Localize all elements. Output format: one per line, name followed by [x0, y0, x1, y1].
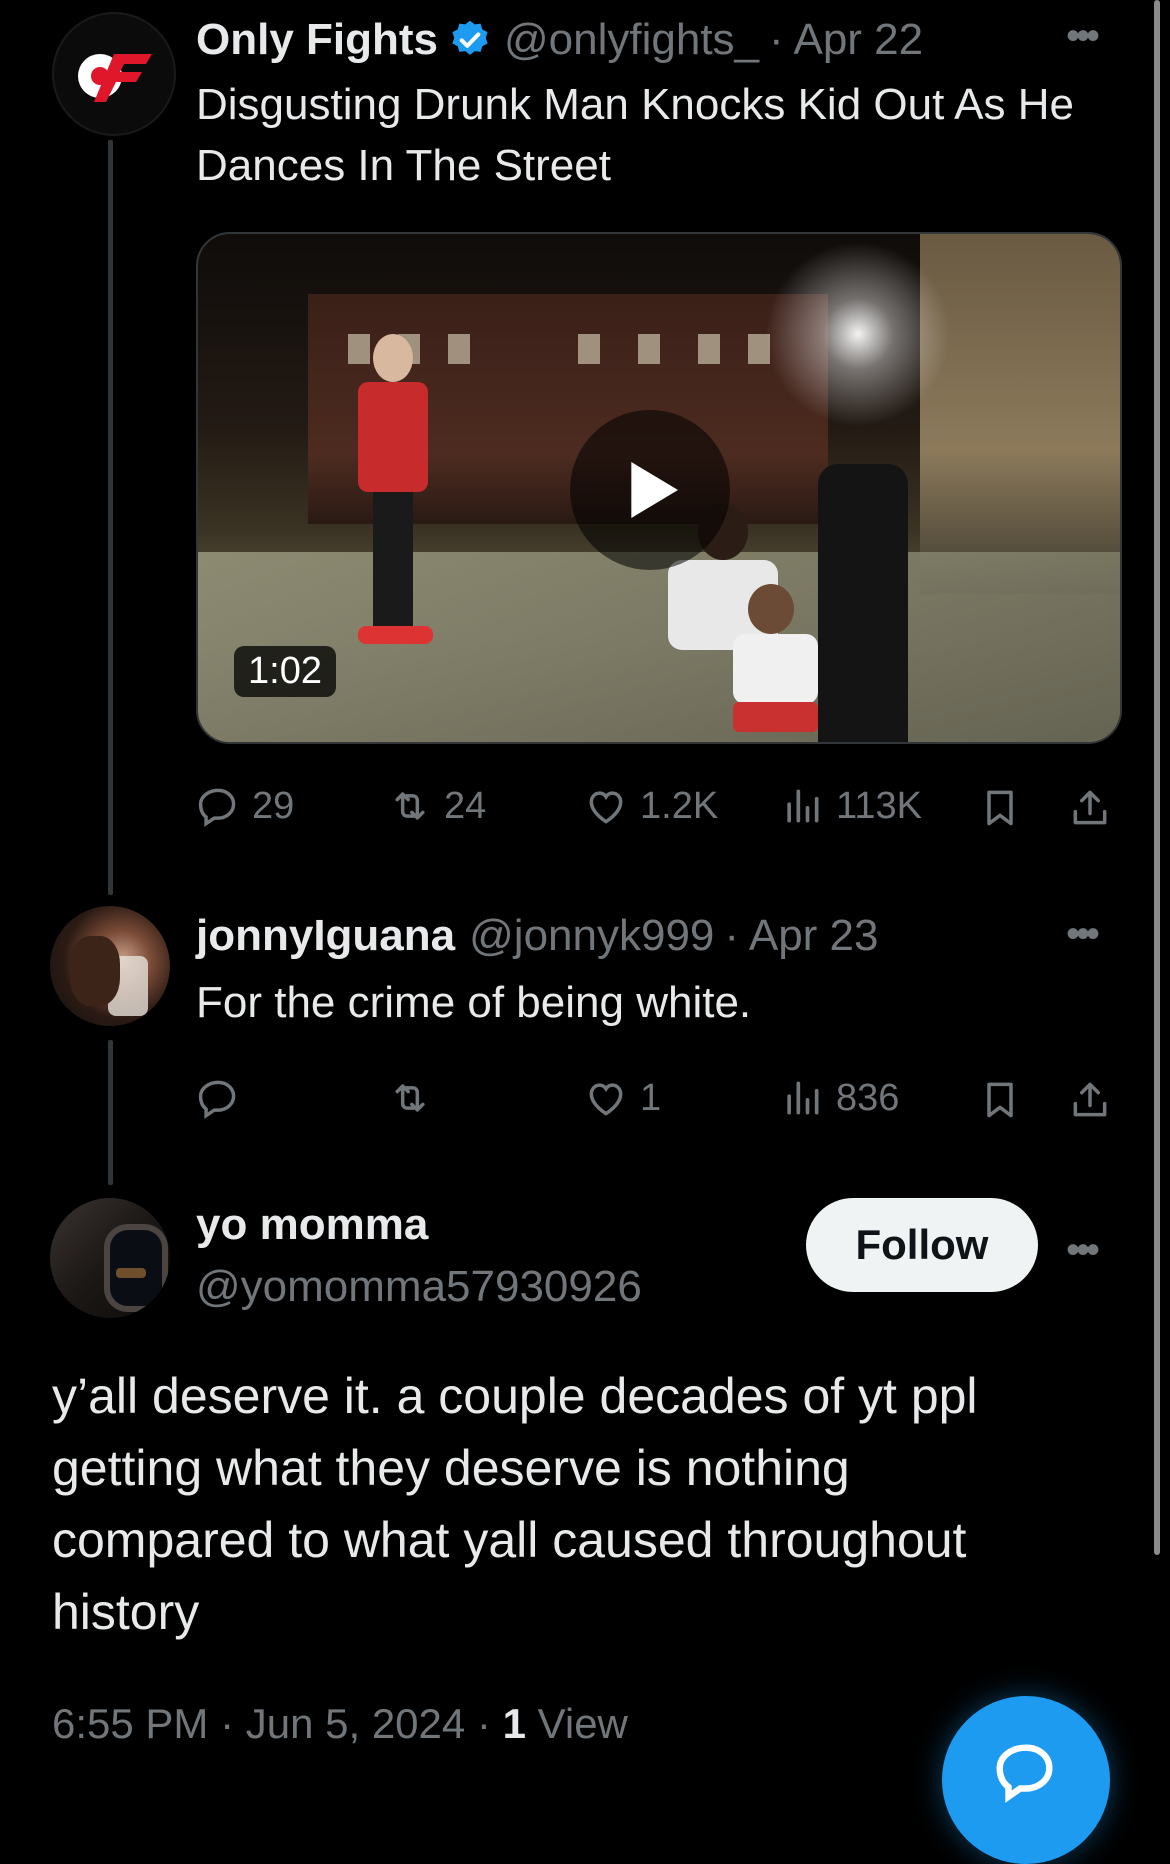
- video-player[interactable]: 1:02: [196, 232, 1122, 744]
- reply-count: 29: [252, 784, 295, 827]
- main-tweet-text-line3: compared to what yall caused throughout: [52, 1512, 967, 1568]
- handle[interactable]: @jonnyk999: [469, 911, 714, 961]
- share-button[interactable]: [1068, 1078, 1112, 1122]
- main-tweet-text-line4: history: [52, 1584, 200, 1640]
- thread-line-2: [108, 1040, 113, 1185]
- share-icon: [1073, 1082, 1107, 1117]
- views-icon: [787, 789, 819, 823]
- bookmark-button[interactable]: [978, 1078, 1022, 1122]
- tweet2-text: For the crime of being white.: [196, 978, 752, 1027]
- share-button[interactable]: [1068, 786, 1112, 830]
- repost-icon: [395, 792, 425, 820]
- reply-icon: [198, 1080, 236, 1119]
- like-button[interactable]: 1: [584, 1076, 661, 1120]
- repost-button[interactable]: 24: [388, 784, 486, 828]
- thread-line-1: [108, 140, 113, 895]
- reply-button[interactable]: [196, 1076, 240, 1120]
- like-icon: [589, 791, 623, 824]
- views-count: 836: [836, 1076, 900, 1119]
- only-fights-logo: [78, 54, 152, 102]
- share-icon: [1073, 790, 1107, 825]
- scrollbar[interactable]: [1154, 0, 1160, 1555]
- avatar-jonnyiguana[interactable]: [50, 906, 170, 1026]
- view-count: 1: [502, 1700, 526, 1747]
- tweet-date[interactable]: · Apr 23: [724, 911, 878, 961]
- tweet-timestamp: 6:55 PM · Jun 5, 2024 · 1 View: [52, 1700, 628, 1748]
- display-name[interactable]: Only Fights: [196, 15, 438, 65]
- follow-button[interactable]: Follow: [806, 1198, 1038, 1292]
- like-count: 1: [640, 1076, 662, 1119]
- tweet1-text: Disgusting Drunk Man Knocks Kid Out As H…: [196, 74, 1074, 196]
- repost-icon: [395, 1084, 425, 1112]
- tweet-date[interactable]: · Apr 22: [769, 15, 923, 65]
- play-button[interactable]: [570, 410, 730, 570]
- bookmark-icon: [987, 790, 1013, 826]
- like-count: 1.2K: [640, 784, 719, 827]
- video-duration: 1:02: [234, 646, 336, 697]
- views-button[interactable]: 836: [780, 1076, 899, 1120]
- like-button[interactable]: 1.2K: [584, 784, 718, 828]
- more-icon[interactable]: •••: [1066, 14, 1100, 59]
- main-tweet-text-line2: getting what they deserve is nothing: [52, 1440, 850, 1496]
- tweet2-header: jonnyIguana @jonnyk999 · Apr 23: [196, 908, 878, 964]
- more-icon[interactable]: •••: [1066, 912, 1100, 957]
- more-icon[interactable]: •••: [1066, 1228, 1100, 1273]
- avatar-yo-momma[interactable]: [50, 1198, 170, 1318]
- views-button[interactable]: 113K: [780, 784, 922, 828]
- main-tweet-text-line1: y’all deserve it. a couple decades of yt…: [52, 1368, 978, 1424]
- views-icon: [787, 1081, 819, 1115]
- handle[interactable]: @yomomma57930926: [196, 1262, 642, 1312]
- repost-button[interactable]: [388, 1076, 432, 1120]
- reply-icon: [198, 788, 236, 827]
- tweet1-header: Only Fights @onlyfights_ · Apr 22: [196, 12, 923, 68]
- bookmark-icon: [987, 1082, 1013, 1118]
- compose-reply-icon: [996, 1744, 1053, 1803]
- tweet1-text-line1: Disgusting Drunk Man Knocks Kid Out As H…: [196, 80, 1074, 129]
- main-tweet-text: y’all deserve it. a couple decades of yt…: [52, 1360, 978, 1648]
- tweet1-text-line2: Dances In The Street: [196, 141, 611, 190]
- avatar-only-fights[interactable]: [52, 12, 176, 136]
- handle[interactable]: @onlyfights_: [504, 15, 759, 65]
- timestamp-text[interactable]: 6:55 PM · Jun 5, 2024 ·: [52, 1700, 503, 1747]
- bookmark-button[interactable]: [978, 786, 1022, 830]
- reply-button[interactable]: 29: [196, 784, 294, 828]
- like-icon: [589, 1083, 623, 1116]
- repost-count: 24: [444, 784, 487, 827]
- views-count: 113K: [836, 784, 922, 827]
- verified-badge-icon: [452, 20, 488, 55]
- display-name[interactable]: jonnyIguana: [196, 911, 455, 961]
- compose-reply-button[interactable]: [942, 1696, 1110, 1864]
- play-icon: [631, 462, 678, 518]
- display-name[interactable]: yo momma: [196, 1200, 428, 1250]
- view-label: View: [525, 1700, 628, 1747]
